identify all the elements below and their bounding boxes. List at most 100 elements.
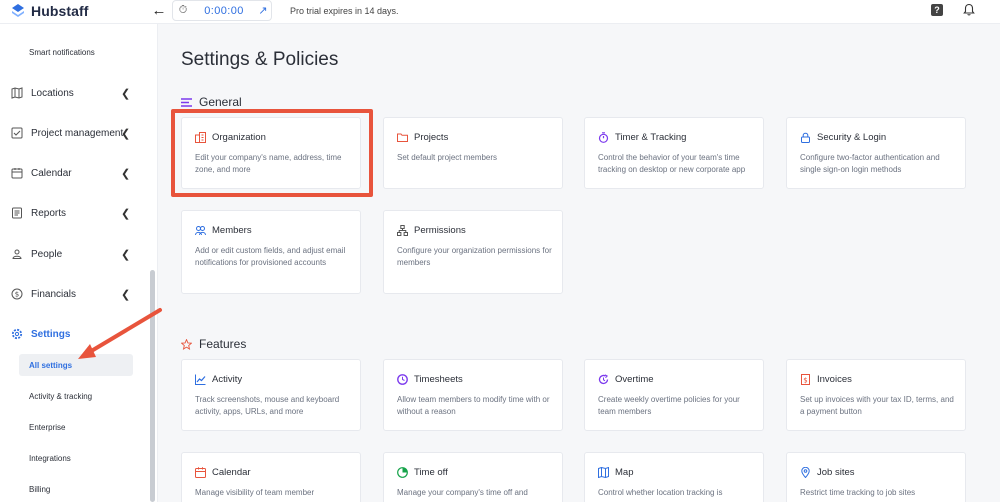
timer-widget[interactable]: ⏱ 0:00:00 ↗ <box>172 0 272 21</box>
card-timesheets[interactable]: Timesheets Allow team members to modify … <box>383 359 563 431</box>
card-members[interactable]: Members Add or edit custom fields, and a… <box>181 210 361 294</box>
card-title: Timesheets <box>414 374 463 385</box>
sidebar-item-people[interactable]: People ❮ <box>0 242 145 266</box>
card-title: Timer & Tracking <box>615 132 687 143</box>
stopwatch-icon: ⏱ <box>178 4 188 16</box>
card-timer-tracking[interactable]: Timer & Tracking Control the behavior of… <box>584 117 764 189</box>
card-description: Allow team members to modify time with o… <box>397 395 550 416</box>
trial-notice: Pro trial expires in 14 days. <box>290 6 399 16</box>
card-title: Permissions <box>414 225 466 236</box>
app-name: Hubstaff <box>31 3 89 19</box>
map-icon <box>11 87 23 99</box>
sidebar-sub-integrations[interactable]: Integrations <box>19 447 133 469</box>
stopwatch-icon <box>598 132 609 143</box>
sidebar-item-label: Locations <box>31 87 74 99</box>
chevron-left-icon: ❮ <box>121 207 131 220</box>
sidebar-item-calendar[interactable]: Calendar ❮ <box>0 161 145 185</box>
star-icon <box>181 338 192 350</box>
section-features: Features <box>181 337 246 351</box>
sidebar-sub-label: Billing <box>29 484 51 494</box>
sidebar-sub-label: Smart notifications <box>29 47 95 57</box>
calendar-icon <box>195 467 206 478</box>
card-description: Control whether location tracking is <box>598 488 723 497</box>
card-title: Time off <box>414 467 448 478</box>
open-arrow-icon[interactable]: ↗ <box>255 4 271 17</box>
card-activity[interactable]: Activity Track screenshots, mouse and ke… <box>181 359 361 431</box>
svg-text:$: $ <box>803 376 807 384</box>
sidebar-sub-smart-notifications[interactable]: Smart notifications <box>19 41 133 63</box>
members-icon <box>195 226 206 236</box>
card-description: Configure your organization permissions … <box>397 246 552 267</box>
card-title: Invoices <box>817 374 852 385</box>
card-time-off[interactable]: Time off Manage your company's time off … <box>383 452 563 502</box>
pin-icon <box>801 467 810 478</box>
card-permissions[interactable]: Permissions Configure your organization … <box>383 210 563 294</box>
sidebar-sub-label: Integrations <box>29 453 71 463</box>
card-calendar[interactable]: Calendar Manage visibility of team membe… <box>181 452 361 502</box>
card-description: Add or edit custom fields, and adjust em… <box>195 246 346 267</box>
chevron-left-icon: ❮ <box>121 87 131 100</box>
card-invoices[interactable]: $ Invoices Set up invoices with your tax… <box>786 359 966 431</box>
card-job-sites[interactable]: Job sites Restrict time tracking to job … <box>786 452 966 502</box>
lock-icon <box>801 132 810 143</box>
activity-icon <box>195 374 206 385</box>
sidebar-item-label: Financials <box>31 288 77 300</box>
card-title: Calendar <box>212 467 251 478</box>
card-title: Map <box>615 467 634 478</box>
chevron-left-icon: ❮ <box>121 167 131 180</box>
top-bar: Hubstaff ← ⏱ 0:00:00 ↗ Pro trial expires… <box>0 0 1000 24</box>
sidebar-item-label: Calendar <box>31 167 72 179</box>
section-general: General <box>181 95 242 109</box>
section-title-text: General <box>199 95 242 109</box>
chevron-left-icon: ❮ <box>121 127 131 140</box>
card-overtime[interactable]: Overtime Create weekly overtime policies… <box>584 359 764 431</box>
highlight-box <box>171 109 373 197</box>
chevron-left-icon: ❮ <box>121 288 131 301</box>
folder-icon <box>397 133 408 142</box>
clock-icon <box>397 374 408 385</box>
checklist-icon <box>11 127 23 139</box>
hierarchy-icon <box>397 225 408 236</box>
card-description: Manage your company's time off and <box>397 488 528 497</box>
sidebar-sub-label: Activity & tracking <box>29 391 93 401</box>
bell-icon[interactable] <box>962 3 976 17</box>
card-description: Set up invoices with your tax ID, terms,… <box>800 395 954 416</box>
card-description: Control the behavior of your team's time… <box>598 153 746 174</box>
card-title: Job sites <box>817 467 855 478</box>
chevron-left-icon: ❮ <box>121 248 131 261</box>
card-map[interactable]: Map Control whether location tracking is <box>584 452 764 502</box>
card-title: Members <box>212 225 252 236</box>
invoice-icon: $ <box>801 374 810 385</box>
sidebar-sub-label: Enterprise <box>29 422 66 432</box>
section-title-text: Features <box>199 337 247 351</box>
arrow-left-icon[interactable]: ← <box>150 2 168 20</box>
card-description: Track screenshots, mouse and keyboard ac… <box>195 395 340 416</box>
sidebar-item-label: Reports <box>31 207 67 219</box>
card-security-login[interactable]: Security & Login Configure two-factor au… <box>786 117 966 189</box>
sidebar: Smart notifications Locations ❮ Project … <box>0 24 158 502</box>
annotation-arrow <box>78 308 162 359</box>
pie-icon <box>397 467 408 478</box>
sidebar-item-label: Project management <box>31 127 124 139</box>
question-icon[interactable]: ? <box>931 4 943 16</box>
person-icon <box>12 249 22 259</box>
hubstaff-logo[interactable]: Hubstaff <box>10 3 89 19</box>
card-description: Set default project members <box>397 153 498 162</box>
sidebar-sub-activity-tracking[interactable]: Activity & tracking <box>19 385 133 407</box>
svg-text:$: $ <box>15 291 19 299</box>
sidebar-sub-billing[interactable]: Billing <box>19 478 133 500</box>
sidebar-item-reports[interactable]: Reports ❮ <box>0 201 145 225</box>
timer-value: 0:00:00 <box>204 4 244 17</box>
sidebar-item-locations[interactable]: Locations ❮ <box>0 81 145 105</box>
sidebar-sub-enterprise[interactable]: Enterprise <box>19 416 133 438</box>
map-icon <box>598 467 609 478</box>
sidebar-item-label: People <box>31 248 63 260</box>
calendar-icon <box>11 168 23 179</box>
sidebar-item-project-management[interactable]: Project management ❮ <box>0 121 145 145</box>
card-description: Configure two-factor authentication and … <box>800 153 940 174</box>
card-title: Activity <box>212 374 243 385</box>
card-projects[interactable]: Projects Set default project members <box>383 117 563 189</box>
card-description: Manage visibility of team member <box>195 488 315 497</box>
menu-lines-icon <box>181 97 192 107</box>
card-title: Security & Login <box>817 132 887 143</box>
